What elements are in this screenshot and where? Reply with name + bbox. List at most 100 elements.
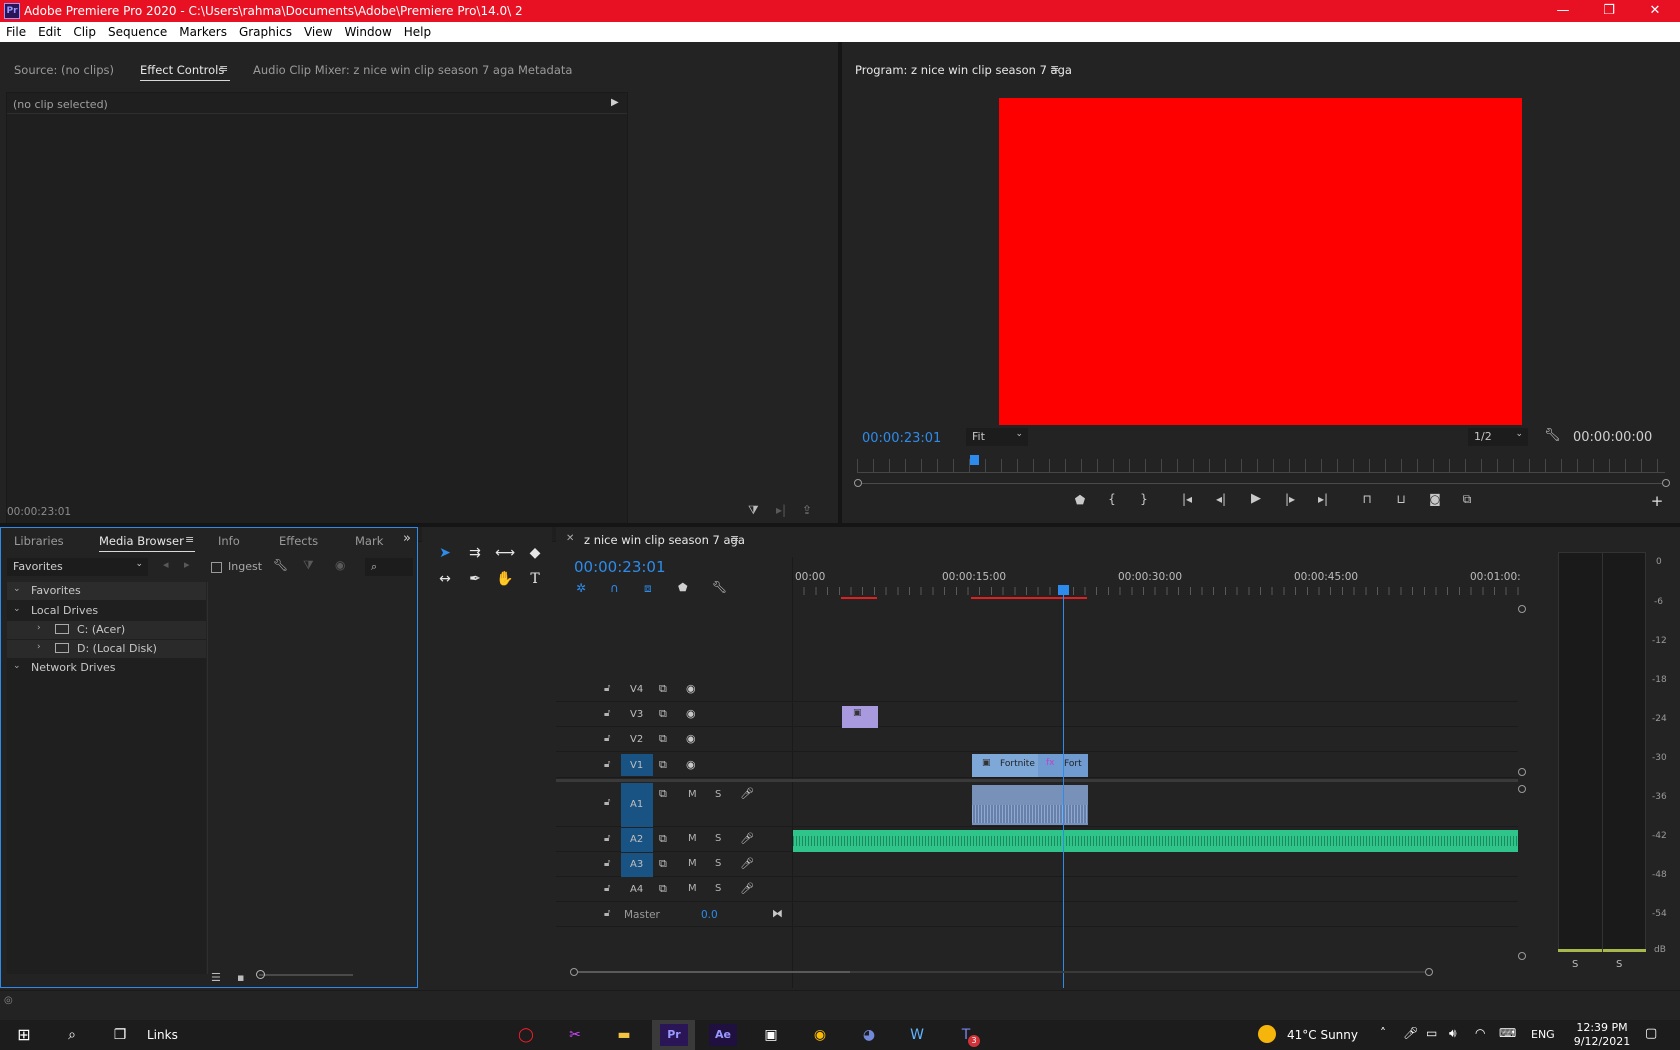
menu-help[interactable]: Help: [398, 22, 437, 39]
add-marker-icon[interactable]: ⬟: [1070, 493, 1090, 507]
menu-window[interactable]: Window: [338, 22, 397, 39]
sync-lock-icon[interactable]: ⧉: [659, 707, 667, 721]
play-icon[interactable]: ▶: [1245, 491, 1267, 506]
tree-row-d-drive[interactable]: › D: (Local Disk): [7, 640, 206, 658]
zoom-slider-thumb[interactable]: [256, 970, 265, 979]
microphone-icon[interactable]: 🎤︎: [740, 787, 754, 800]
video-audio-separator[interactable]: [556, 779, 1518, 782]
microsoft-store-icon[interactable]: ▣: [757, 1024, 785, 1046]
lock-icon[interactable]: 🔓︎: [604, 833, 610, 844]
mark-in-icon[interactable]: {: [1102, 492, 1122, 506]
restore-button[interactable]: ❐: [1586, 0, 1632, 22]
after-effects-icon[interactable]: Ae: [709, 1024, 737, 1046]
webex-icon[interactable]: W: [903, 1024, 931, 1046]
filter-icon[interactable]: ⧩: [303, 558, 314, 573]
eye-icon[interactable]: ◉: [686, 732, 696, 745]
mark-out-icon[interactable]: }: [1134, 492, 1154, 506]
creative-cloud-icon[interactable]: ◎: [4, 995, 13, 1006]
microphone-icon[interactable]: 🎤︎: [740, 832, 754, 845]
sync-lock-icon[interactable]: ⧉: [659, 682, 667, 696]
lock-icon[interactable]: 🔓︎: [604, 883, 610, 894]
panel-menu-icon[interactable]: ≡: [219, 62, 228, 75]
more-tabs-icon[interactable]: »: [403, 531, 411, 546]
razor-tool-icon[interactable]: ◆: [524, 545, 546, 561]
zoom-bar[interactable]: [862, 483, 1662, 484]
task-view-icon[interactable]: ❐: [106, 1024, 134, 1046]
zoom-handle-left[interactable]: [570, 968, 578, 976]
tab-effect-controls[interactable]: Effect Controls: [140, 63, 224, 77]
tab-effects[interactable]: Effects: [279, 534, 318, 548]
solo-right-button[interactable]: S: [1616, 959, 1622, 970]
media-browser-menu-icon[interactable]: ≡: [185, 533, 194, 546]
lock-icon[interactable]: 🔓︎: [604, 733, 610, 744]
go-to-end-icon[interactable]: ⧓: [772, 907, 783, 920]
go-to-out-icon[interactable]: ▸|: [1312, 492, 1334, 506]
nest-icon[interactable]: ✲: [576, 581, 586, 595]
selection-tool-icon[interactable]: ➤: [434, 545, 456, 561]
lock-icon[interactable]: 🔓︎: [604, 708, 610, 719]
linked-selection-icon[interactable]: ⧈: [644, 581, 652, 596]
slip-tool-icon[interactable]: ↔: [434, 571, 456, 587]
premiere-pro-icon[interactable]: Pr: [660, 1024, 688, 1046]
lock-icon[interactable]: 🔓︎: [604, 797, 610, 808]
fit-select[interactable]: Fit ⌄: [966, 428, 1028, 446]
forward-arrow-icon[interactable]: ▸: [184, 558, 190, 571]
scroll-handle[interactable]: [1518, 785, 1526, 793]
menu-edit[interactable]: Edit: [32, 22, 67, 39]
lock-icon[interactable]: 🔓︎: [604, 858, 610, 869]
program-timecode[interactable]: 00:00:23:01: [862, 431, 941, 446]
icon-view-icon[interactable]: ▪: [237, 971, 244, 984]
mute-button[interactable]: M: [688, 833, 697, 844]
keyboard-icon[interactable]: ⌨: [1499, 1026, 1516, 1040]
weather-sun-icon[interactable]: [1258, 1025, 1276, 1043]
ingest-checkbox[interactable]: [211, 562, 222, 573]
sync-lock-icon[interactable]: ⧉: [659, 857, 667, 871]
timeline-zoom-range[interactable]: [578, 971, 850, 973]
menu-view[interactable]: View: [298, 22, 338, 39]
graphic-clip[interactable]: ▣: [842, 706, 878, 728]
mute-button[interactable]: M: [688, 858, 697, 869]
volume-icon[interactable]: 🔊︎: [1449, 1026, 1457, 1041]
step-back-icon[interactable]: ◂|: [1210, 492, 1232, 506]
microphone-icon[interactable]: 🎤︎: [1403, 1026, 1418, 1040]
extract-icon[interactable]: ⊔: [1390, 492, 1412, 506]
tab-markers[interactable]: Mark: [355, 534, 383, 548]
solo-button[interactable]: S: [715, 789, 721, 800]
mute-button[interactable]: M: [688, 883, 697, 894]
close-sequence-icon[interactable]: ✕: [566, 533, 574, 544]
sync-lock-icon[interactable]: ⧉: [659, 787, 667, 801]
tree-row-c-drive[interactable]: › C: (Acer): [7, 621, 206, 639]
tab-metadata[interactable]: Metadata: [518, 63, 572, 77]
menu-sequence[interactable]: Sequence: [102, 22, 173, 39]
zoom-slider[interactable]: [259, 974, 353, 976]
links-toolbar[interactable]: Links: [147, 1028, 178, 1042]
tab-audio-clip-mixer[interactable]: Audio Clip Mixer: z nice win clip season…: [253, 63, 514, 77]
search-icon[interactable]: ⌕: [58, 1024, 86, 1046]
close-button[interactable]: ✕: [1632, 0, 1678, 22]
eye-icon[interactable]: ◉: [686, 707, 696, 720]
view-icon[interactable]: ◉: [335, 558, 345, 572]
back-arrow-icon[interactable]: ◂: [163, 558, 169, 571]
eye-icon[interactable]: ◉: [686, 758, 696, 771]
language-indicator[interactable]: ENG: [1531, 1028, 1555, 1041]
tab-libraries[interactable]: Libraries: [14, 534, 64, 548]
timeline-timecode[interactable]: 00:00:23:01: [574, 558, 666, 576]
lock-icon[interactable]: 🔓︎: [604, 759, 610, 770]
tree-row-local-drives[interactable]: ⌄ Local Drives: [7, 602, 206, 620]
tab-media-browser[interactable]: Media Browser: [99, 534, 184, 548]
type-tool-icon[interactable]: T: [524, 571, 546, 587]
sync-lock-icon[interactable]: ⧉: [659, 832, 667, 846]
scroll-handle[interactable]: [1518, 768, 1526, 776]
lock-icon[interactable]: 🔓︎: [604, 908, 610, 919]
snap-magnet-icon[interactable]: ∩: [610, 581, 619, 595]
track-select-tool-icon[interactable]: ⇉: [464, 545, 486, 561]
export-icon[interactable]: ⇪: [802, 503, 812, 517]
solo-button[interactable]: S: [715, 883, 721, 894]
program-playhead[interactable]: [970, 455, 980, 465]
comparison-view-icon[interactable]: ⧉: [1456, 492, 1478, 507]
go-to-in-icon[interactable]: |◂: [1176, 492, 1198, 506]
notifications-icon[interactable]: ▢: [1645, 1026, 1657, 1041]
clock-time[interactable]: 12:39 PM: [1572, 1021, 1632, 1034]
chevron-up-icon[interactable]: ˄: [1380, 1026, 1386, 1040]
zoom-handle-left[interactable]: [854, 479, 862, 487]
